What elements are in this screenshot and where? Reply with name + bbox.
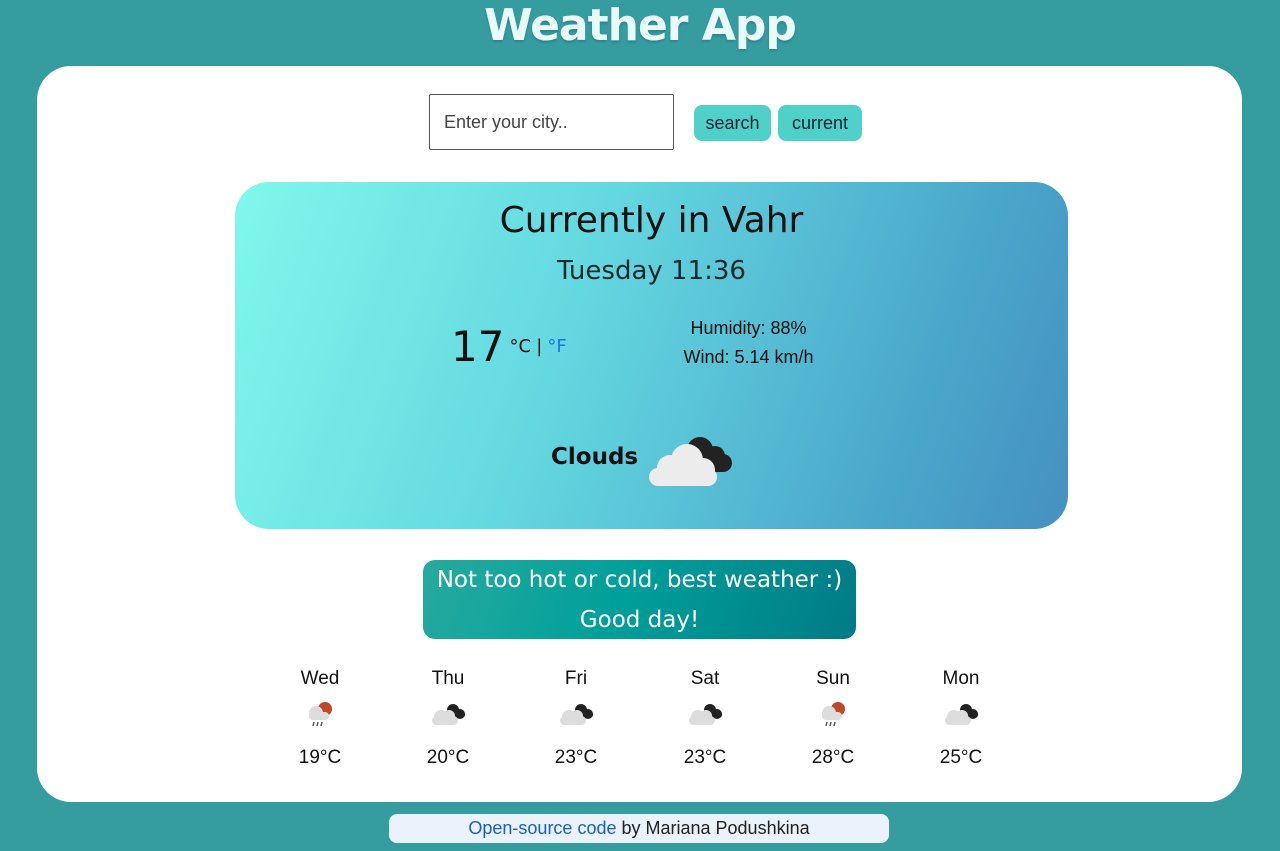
forecast-temp: 25°C — [939, 747, 983, 768]
app-title: Weather App — [484, 0, 797, 51]
weather-details: Humidity: 88% Wind: 5.14 km/h — [635, 314, 862, 372]
forecast-day-name: Sat — [690, 668, 720, 689]
rain-sun-icon — [798, 694, 868, 734]
forecast-day-name: Thu — [431, 668, 465, 689]
forecast-day-name: Wed — [300, 668, 340, 689]
forecast-day-name: Sun — [816, 668, 850, 689]
weather-advice-message: Not too hot or cold, best weather :) Goo… — [423, 560, 856, 639]
condition-label: Clouds — [551, 444, 639, 470]
clouds-icon — [926, 694, 996, 734]
forecast-day: Mon 25°C — [926, 664, 996, 776]
advice-line-2: Good day! — [579, 607, 700, 633]
date-time: Tuesday 11:36 — [557, 256, 746, 286]
temperature-value: 17 — [451, 322, 505, 371]
forecast-temp: 28°C — [811, 747, 855, 768]
city-heading: Currently in Vahr — [499, 200, 804, 241]
forecast-day: Wed 19°C — [285, 664, 355, 776]
main-card: search current Currently in Vahr Tuesday… — [37, 66, 1242, 802]
forecast-temp: 23°C — [683, 747, 727, 768]
author-credit: by Mariana Podushkina — [616, 818, 810, 838]
forecast-day: Fri 23°C — [541, 664, 611, 776]
clouds-icon — [413, 694, 483, 734]
unit-separator: | — [536, 336, 543, 357]
rain-sun-icon — [285, 694, 355, 734]
forecast-day-name: Fri — [564, 668, 588, 689]
advice-line-1: Not too hot or cold, best weather :) — [436, 567, 843, 593]
broken-clouds-icon — [645, 430, 735, 494]
wind-text: Wind: 5.14 km/h — [683, 347, 814, 367]
forecast-temp: 19°C — [298, 747, 342, 768]
clouds-icon — [670, 694, 740, 734]
forecast-day: Sun 28°C — [798, 664, 868, 776]
footer: Open-source code by Mariana Podushkina — [389, 814, 889, 843]
forecast-temp: 20°C — [426, 747, 470, 768]
forecast-day-name: Mon — [942, 668, 980, 689]
current-weather-card: Currently in Vahr Tuesday 11:36 17 °C | … — [235, 182, 1068, 529]
temperature-block: 17 °C | °F — [451, 322, 567, 371]
search-button[interactable]: search — [694, 105, 771, 141]
fahrenheit-link[interactable]: °F — [547, 336, 566, 357]
humidity-text: Humidity: 88% — [690, 318, 807, 338]
current-location-button[interactable]: current — [778, 105, 862, 141]
forecast-temp: 23°C — [554, 747, 598, 768]
forecast-day: Sat 23°C — [670, 664, 740, 776]
forecast-day: Thu 20°C — [413, 664, 483, 776]
open-source-link[interactable]: Open-source code — [468, 818, 616, 838]
city-search-input[interactable] — [429, 94, 674, 150]
celsius-unit[interactable]: °C — [510, 336, 532, 357]
forecast-row: Wed 19°C Thu 20°C Fri 23°C Sat 23°C Sun … — [285, 664, 1005, 774]
clouds-icon — [541, 694, 611, 734]
